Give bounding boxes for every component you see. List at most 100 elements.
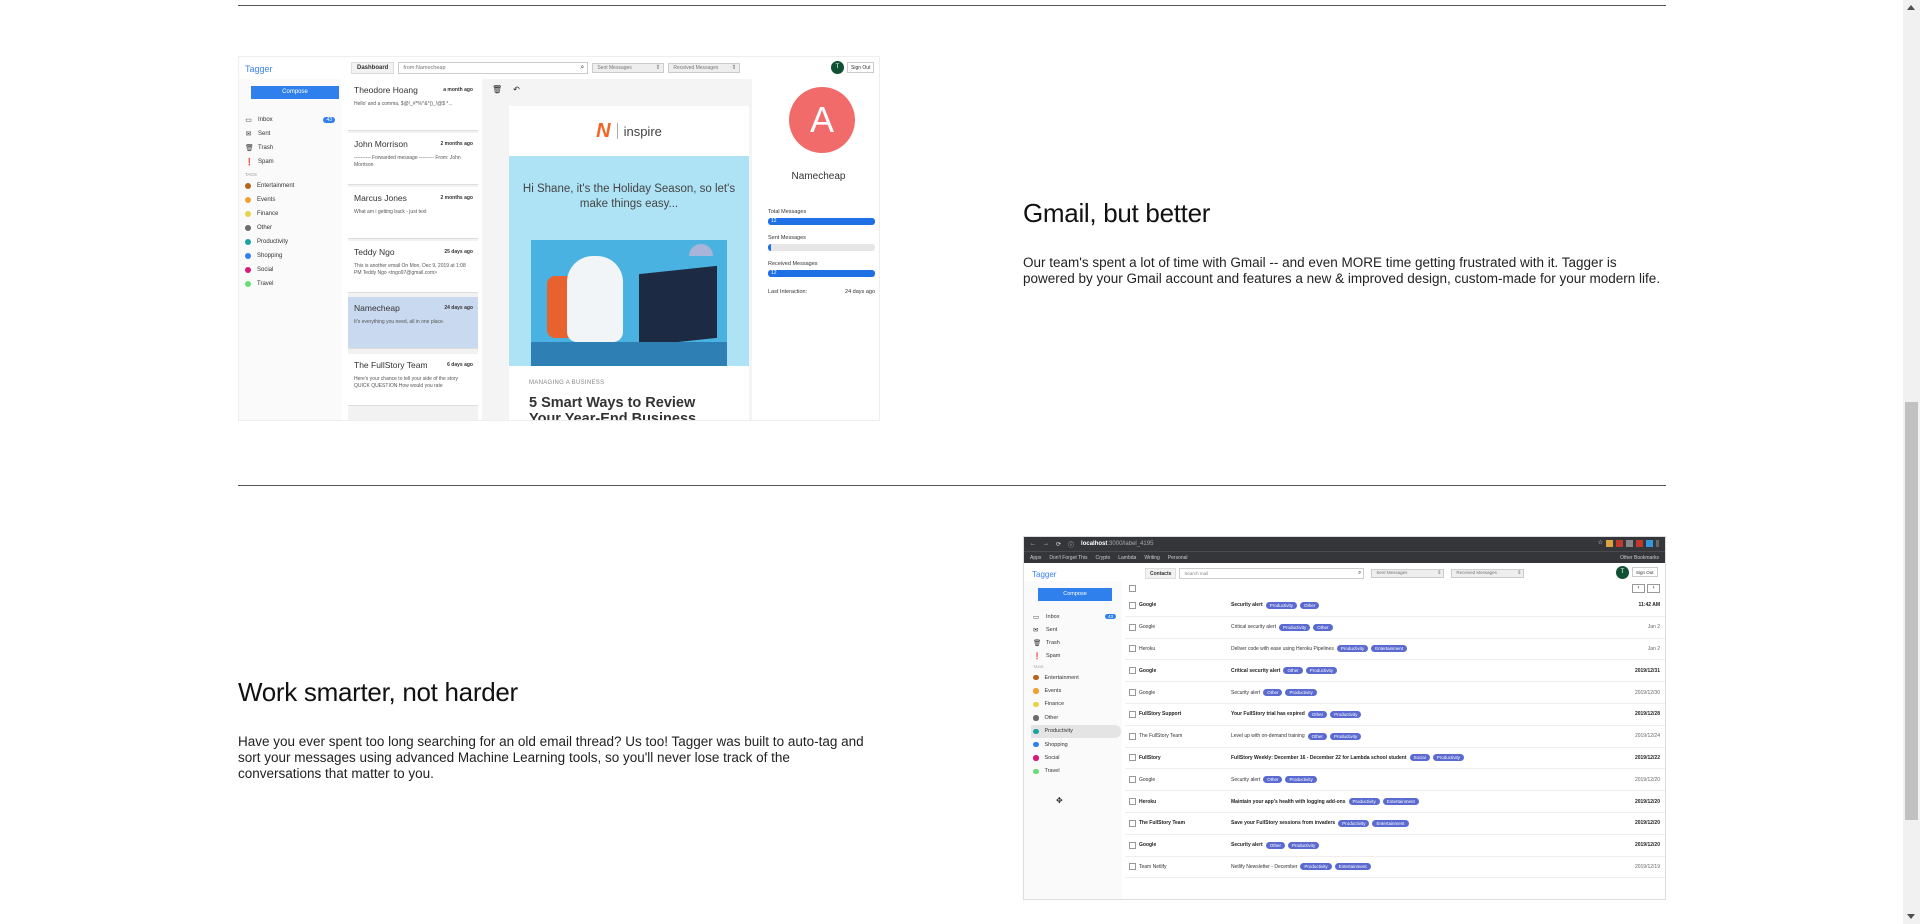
tag-pill[interactable]: Other: [1263, 776, 1283, 784]
row-checkbox[interactable]: [1129, 601, 1136, 609]
tag-pill[interactable]: Productivity: [1330, 710, 1362, 718]
avatar[interactable]: T: [831, 61, 844, 74]
email-row[interactable]: Google Critical security alert Productivit…: [1125, 617, 1665, 639]
compose-button[interactable]: Compose: [1038, 588, 1112, 601]
tag-item-entertainment[interactable]: Entertainment: [1031, 671, 1121, 684]
tag-pill[interactable]: Social: [1409, 754, 1430, 762]
tag-pill[interactable]: Productivity: [1338, 819, 1370, 827]
tag-item-social[interactable]: Social: [245, 263, 339, 277]
sent-messages-select[interactable]: Sent Messages: [592, 63, 665, 73]
email-row[interactable]: Heroku Deliver code with ease using Herok…: [1125, 639, 1665, 661]
tag-pill[interactable]: Productivity: [1329, 732, 1362, 740]
row-checkbox[interactable]: [1129, 776, 1136, 784]
trash-icon[interactable]: 🗑: [492, 85, 502, 94]
tag-pill[interactable]: Entertainment: [1372, 819, 1409, 827]
sent-messages-select[interactable]: Sent Messages: [1371, 569, 1445, 578]
sidebar-item-trash[interactable]: 🗑 Trash: [245, 141, 339, 155]
row-checkbox[interactable]: [1129, 732, 1136, 740]
tag-pill[interactable]: Entertainment: [1334, 863, 1371, 871]
tag-pill[interactable]: Entertainment: [1371, 645, 1408, 653]
sidebar-item-inbox[interactable]: ▭ Inbox 43: [1031, 610, 1121, 623]
avatar[interactable]: T: [1616, 566, 1629, 579]
tag-pill[interactable]: Other: [1307, 710, 1328, 718]
forward-icon[interactable]: →: [1043, 541, 1049, 547]
reload-icon[interactable]: ⟳: [1056, 541, 1061, 548]
sign-out-button[interactable]: Sign Out: [1632, 567, 1658, 577]
email-row[interactable]: Team Netlify Netlify Newsletter - Decembe…: [1125, 857, 1665, 879]
tag-pill[interactable]: Productivity: [1348, 798, 1380, 806]
tag-pill[interactable]: Productivity: [1279, 623, 1311, 631]
sidebar-item-spam[interactable]: ❗ Spam: [1031, 649, 1121, 662]
email-list-item[interactable]: Marcus Jones 2 months ago What am i gettin…: [348, 187, 478, 239]
tag-pill[interactable]: Other: [1283, 667, 1303, 675]
extension-icon[interactable]: [1616, 540, 1623, 547]
page-scrollbar[interactable]: [1903, 0, 1920, 924]
tag-pill[interactable]: Other: [1265, 841, 1285, 849]
contacts-button[interactable]: Contacts: [1145, 568, 1177, 579]
email-list-item[interactable]: The FullStory Team 6 days ago Here's your …: [348, 354, 478, 406]
next-page-icon[interactable]: ›: [1647, 584, 1660, 593]
tag-pill[interactable]: Entertainment: [1382, 798, 1419, 806]
select-all-checkbox[interactable]: [1129, 585, 1136, 592]
sidebar-item-spam[interactable]: ❗ Spam: [245, 155, 339, 169]
email-row[interactable]: Heroku Maintain your app's health with lo…: [1125, 791, 1665, 813]
bookmark-folder[interactable]: Crypto: [1096, 555, 1111, 561]
tag-pill[interactable]: Productivity: [1305, 667, 1337, 675]
bookmark-folder[interactable]: Writing: [1144, 555, 1159, 561]
compose-button[interactable]: Compose: [251, 86, 339, 99]
email-row[interactable]: The FullStory Team Level up with on-deman…: [1125, 726, 1665, 748]
tag-item-travel[interactable]: Travel: [245, 277, 339, 291]
row-checkbox[interactable]: [1129, 841, 1136, 849]
bookmark-folder[interactable]: Lambda: [1118, 555, 1136, 561]
bookmark-folder[interactable]: Personal: [1168, 555, 1188, 561]
tag-pill[interactable]: Other: [1307, 732, 1327, 740]
tag-pill[interactable]: Productivity: [1300, 863, 1332, 871]
sidebar-item-trash[interactable]: 🗑 Trash: [1031, 636, 1121, 649]
row-checkbox[interactable]: [1129, 667, 1136, 675]
row-checkbox[interactable]: [1129, 689, 1136, 697]
tag-item-other[interactable]: Other: [1031, 711, 1121, 724]
tag-item-shopping[interactable]: Shopping: [245, 249, 339, 263]
tag-pill[interactable]: Other: [1263, 689, 1283, 697]
email-row[interactable]: FullStory Support Your FullStory trial ha…: [1125, 704, 1665, 726]
email-row[interactable]: FullStory FullStory Weekly: December 16 -…: [1125, 748, 1665, 770]
bookmark-apps[interactable]: Apps: [1030, 555, 1041, 561]
tag-item-finance[interactable]: Finance: [1031, 698, 1121, 711]
search-icon[interactable]: ⌕: [1358, 570, 1361, 577]
tag-item-events[interactable]: Events: [245, 193, 339, 207]
sign-out-button[interactable]: Sign Out: [847, 62, 875, 73]
sidebar-item-sent[interactable]: ✉ Sent: [245, 127, 339, 141]
menu-icon[interactable]: [1656, 540, 1659, 547]
row-checkbox[interactable]: [1129, 819, 1136, 827]
email-row[interactable]: Google Security alert Other Productivity 201…: [1125, 835, 1665, 857]
tag-item-productivity[interactable]: Productivity: [245, 235, 339, 249]
tag-pill[interactable]: Other: [1299, 601, 1320, 609]
extension-icon[interactable]: [1636, 540, 1643, 547]
tag-item-events[interactable]: Events: [1031, 684, 1121, 697]
reply-icon[interactable]: ↶: [513, 85, 520, 94]
row-checkbox[interactable]: [1129, 623, 1136, 631]
other-bookmarks[interactable]: Other Bookmarks: [1620, 555, 1659, 561]
email-row[interactable]: Google Security alert Other Productivity 201…: [1125, 769, 1665, 792]
scroll-up-icon[interactable]: [1907, 5, 1915, 10]
email-row[interactable]: Google Critical security alert Other Produc…: [1125, 660, 1665, 683]
email-list-item[interactable]: Theodore Hoang a month ago Hello' and a co…: [348, 79, 478, 131]
row-checkbox[interactable]: [1129, 863, 1136, 871]
tag-pill[interactable]: Productivity: [1265, 601, 1297, 609]
back-icon[interactable]: ←: [1030, 541, 1036, 547]
row-checkbox[interactable]: [1129, 798, 1136, 806]
prev-page-icon[interactable]: ‹: [1632, 584, 1645, 593]
tag-pill[interactable]: Productivity: [1432, 754, 1465, 762]
email-list-item[interactable]: Teddy Ngo 25 days ago This is another emai…: [348, 241, 478, 293]
tag-item-entertainment[interactable]: Entertainment: [245, 179, 339, 193]
email-row[interactable]: Google Security alert Other Productivity 201…: [1125, 682, 1665, 704]
tag-pill[interactable]: Productivity: [1285, 689, 1317, 697]
email-list-item[interactable]: John Morrison 2 months ago ---------- Forw…: [348, 133, 478, 185]
address-bar[interactable]: localhost:3000/label_4195: [1081, 541, 1153, 547]
tag-item-productivity-active[interactable]: Productivity: [1031, 724, 1121, 738]
received-messages-select[interactable]: Received Messages: [1451, 569, 1525, 578]
extension-icon[interactable]: [1606, 540, 1613, 547]
sidebar-item-sent[interactable]: ✉ Sent: [1031, 623, 1121, 636]
extension-icon[interactable]: [1626, 540, 1633, 547]
scroll-down-icon[interactable]: [1907, 914, 1915, 919]
